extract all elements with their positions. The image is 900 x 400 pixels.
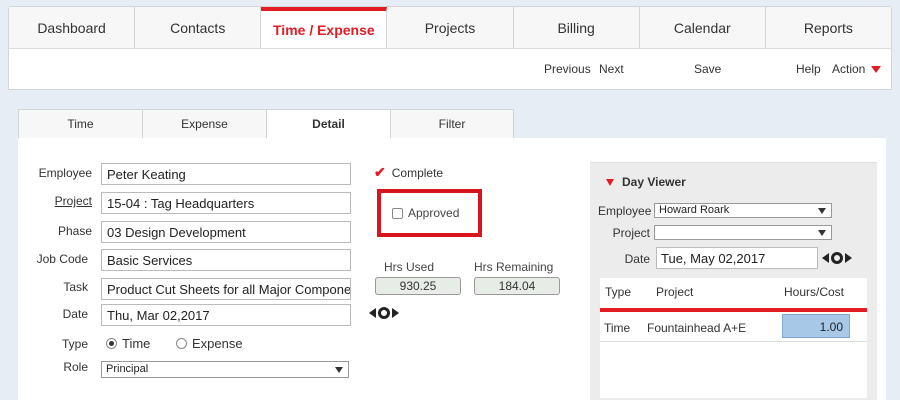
dv-employee-select[interactable]: Howard Roark: [654, 203, 832, 218]
date-field[interactable]: Thu, Mar 02,2017: [101, 304, 351, 326]
row-type: Time: [604, 321, 631, 335]
date-label: Date: [62, 307, 88, 321]
role-select-value: Principal: [106, 363, 149, 375]
checkmark-icon: ✔: [374, 164, 386, 180]
dv-employee-label: Employee: [598, 204, 652, 218]
subtab-detail[interactable]: Detail: [266, 109, 390, 139]
hrs-used-value: 930.25: [375, 277, 461, 295]
task-field[interactable]: Product Cut Sheets for all Major Compone…: [101, 278, 351, 300]
type-expense-label: Expense: [192, 336, 243, 351]
radio-unchecked-icon: [176, 338, 187, 349]
caret-down-icon: [871, 66, 882, 74]
column-header-project: Project: [656, 285, 694, 299]
approved-label: Approved: [408, 206, 460, 220]
complete-label: Complete: [391, 165, 444, 180]
job-code-field[interactable]: Basic Services: [101, 249, 351, 271]
save-button[interactable]: Save: [694, 62, 721, 76]
prev-arrow-icon[interactable]: [822, 253, 829, 263]
day-viewer-table: Type Project Hours/Cost Time Fountainhea…: [600, 278, 867, 398]
next-arrow-icon[interactable]: [845, 253, 852, 263]
approved-checkbox[interactable]: Approved: [392, 206, 459, 220]
phase-label: Phase: [57, 224, 92, 238]
today-circle-icon[interactable]: [378, 307, 390, 319]
type-expense-radio[interactable]: Expense: [176, 336, 243, 351]
subtab-filter[interactable]: Filter: [390, 109, 514, 139]
action-menu-button[interactable]: Action: [832, 62, 882, 76]
sub-tabs: Time Expense Detail Filter: [18, 109, 514, 139]
help-button[interactable]: Help: [796, 62, 821, 76]
job-code-label: Job Code: [36, 252, 88, 266]
hrs-used-label: Hrs Used: [384, 260, 435, 274]
date-nav: [369, 307, 399, 319]
dv-employee-value: Howard Roark: [659, 204, 730, 216]
project-link[interactable]: Project: [22, 194, 92, 208]
toolbar: Previous Next Save Help Action: [8, 48, 892, 90]
header-divider: [600, 308, 867, 312]
project-field[interactable]: 15-04 : Tag Headquarters: [101, 192, 351, 214]
dv-date-label: Date: [624, 252, 650, 266]
caret-down-icon: [606, 178, 614, 186]
tab-projects[interactable]: Projects: [387, 7, 514, 48]
dv-date-field[interactable]: Tue, May 02,2017: [656, 247, 818, 269]
row-hours-input[interactable]: 1.00: [782, 314, 850, 338]
tab-dashboard[interactable]: Dashboard: [9, 7, 136, 48]
tab-billing[interactable]: Billing: [513, 7, 640, 48]
chevron-down-icon: [335, 367, 343, 373]
day-viewer-title: Day Viewer: [622, 175, 686, 189]
main-nav: Dashboard Contacts Time / Expense Projec…: [8, 6, 892, 48]
action-label: Action: [832, 62, 866, 76]
next-button[interactable]: Next: [599, 62, 624, 76]
hrs-remaining-value: 184.04: [474, 277, 560, 295]
column-header-hours: Hours/Cost: [784, 285, 845, 299]
next-arrow-icon[interactable]: [392, 308, 399, 318]
tab-reports[interactable]: Reports: [765, 7, 891, 48]
role-select[interactable]: Principal: [101, 361, 349, 378]
subtab-expense[interactable]: Expense: [142, 109, 266, 139]
checkbox-icon: [392, 207, 403, 219]
hrs-remaining-label: Hrs Remaining: [474, 260, 554, 274]
employee-field[interactable]: Peter Keating: [101, 163, 351, 185]
tab-calendar[interactable]: Calendar: [639, 7, 766, 48]
type-time-label: Time: [122, 336, 151, 351]
type-label: Type: [61, 337, 88, 351]
dv-date-nav: [822, 252, 852, 264]
complete-status: ✔ Complete: [374, 164, 443, 181]
phase-field[interactable]: 03 Design Development: [101, 221, 351, 243]
row-project: Fountainhead A+E: [647, 321, 747, 335]
row-divider: [600, 341, 867, 342]
tab-time-expense[interactable]: Time / Expense: [261, 7, 388, 48]
column-header-type: Type: [605, 285, 632, 299]
dv-project-label: Project: [612, 226, 650, 240]
type-time-radio[interactable]: Time: [106, 336, 150, 351]
tab-contacts[interactable]: Contacts: [135, 7, 262, 48]
day-viewer: Day Viewer Employee Howard Roark Project…: [590, 162, 877, 400]
employee-label: Employee: [38, 166, 92, 180]
radio-checked-icon: [106, 338, 117, 349]
chevron-down-icon: [818, 230, 826, 236]
dv-project-select[interactable]: [654, 225, 832, 240]
day-viewer-toggle[interactable]: Day Viewer: [606, 175, 686, 189]
task-label: Task: [63, 280, 88, 294]
chevron-down-icon: [818, 208, 826, 214]
prev-arrow-icon[interactable]: [369, 308, 376, 318]
previous-button[interactable]: Previous: [544, 62, 591, 76]
role-label: Role: [63, 360, 88, 374]
today-circle-icon[interactable]: [831, 252, 843, 264]
subtab-time[interactable]: Time: [18, 109, 142, 139]
